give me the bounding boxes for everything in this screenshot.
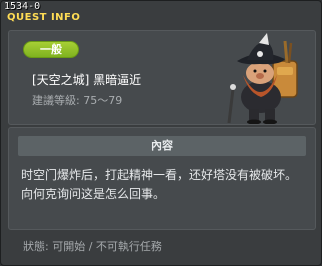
quest-content-panel: 內容 时空门爆炸后，打起精神一看，还好塔没有被破坏。向何克询问这是怎么回事。 [8, 127, 316, 230]
recommended-level: 建議等級: 75～79 [32, 94, 123, 107]
quest-info-window: 1534-0 QUEST INFO 一般 [天空之城] 黑暗逼近 建議等級: 7… [0, 0, 322, 266]
content-text: 时空门爆炸后，打起精神一看，还好塔没有被破坏。向何克询问这是怎么回事。 [21, 168, 298, 201]
quest-name: [天空之城] 黑暗逼近 [32, 73, 142, 87]
content-header: 內容 [18, 136, 306, 156]
quest-category-badge: 一般 [23, 41, 79, 58]
npc-portrait-icon [227, 33, 298, 124]
quest-status: 狀態: 可開始 / 不可執行任務 [23, 240, 162, 253]
quest-id-label: 1534-0 [4, 1, 41, 12]
quest-summary-panel: 一般 [天空之城] 黑暗逼近 建議等級: 75～79 [8, 30, 316, 125]
window-title: QUEST INFO [7, 12, 81, 23]
